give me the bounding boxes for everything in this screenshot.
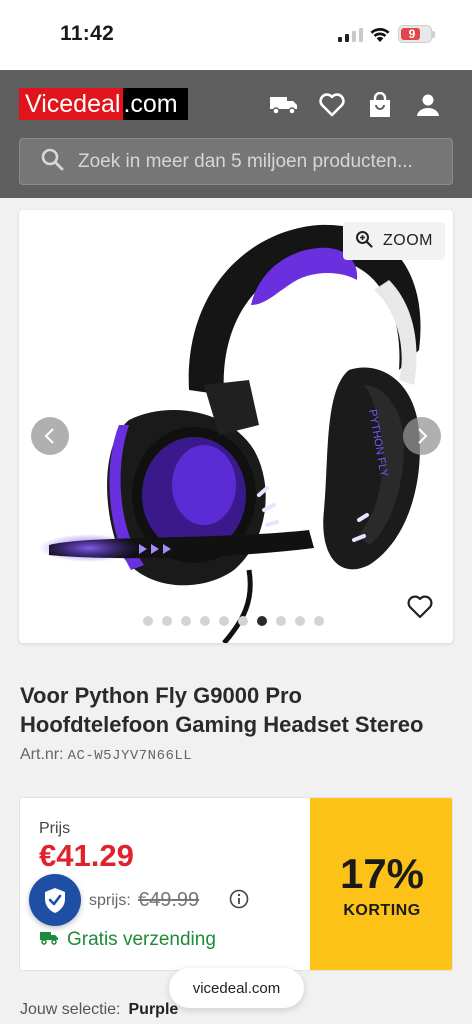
carousel-dot[interactable] xyxy=(219,616,229,626)
zoom-button[interactable]: ZOOM xyxy=(343,222,445,260)
carousel-indicators[interactable] xyxy=(143,616,324,626)
product-title: Voor Python Fly G9000 Pro Hoofdtelefoon … xyxy=(20,681,456,739)
clock: 11:42 xyxy=(60,22,115,45)
search-input[interactable]: Zoek in meer dan 5 miljoen producten... xyxy=(78,151,413,173)
carousel-dot[interactable] xyxy=(143,616,153,626)
logo-part-right: .com xyxy=(123,88,188,120)
user-account-icon[interactable] xyxy=(413,90,443,120)
previous-image-button[interactable] xyxy=(31,417,69,455)
search-bar[interactable]: Zoek in meer dan 5 miljoen producten... xyxy=(19,138,453,185)
delivery-truck-icon[interactable] xyxy=(269,90,299,120)
product-title-line-2: Hoofdtelefoon Gaming Headset Stereo xyxy=(20,712,424,737)
carousel-dot[interactable] xyxy=(162,616,172,626)
carousel-dot[interactable] xyxy=(276,616,286,626)
logo-part-left: Vicedeal xyxy=(19,88,124,120)
selection-value: Purple xyxy=(128,1001,179,1018)
discount-percentage: 17% xyxy=(339,850,425,897)
heart-outline-icon xyxy=(407,595,433,619)
old-price: €49.99 xyxy=(138,889,200,911)
carousel-dot[interactable] xyxy=(181,616,191,626)
shopping-bag-icon[interactable] xyxy=(365,90,395,120)
carousel-dot[interactable] xyxy=(295,616,305,626)
site-header: Vicedeal .com Zoek in meer dan 5 miljoen … xyxy=(0,70,472,198)
delivery-truck-icon xyxy=(39,929,59,951)
carousel-dot[interactable] xyxy=(314,616,324,626)
carousel-dot[interactable] xyxy=(200,616,210,626)
zoom-in-icon xyxy=(355,230,373,253)
wifi-icon xyxy=(369,25,391,48)
shield-check-icon xyxy=(45,888,65,913)
browser-url-bar[interactable]: vicedeal.com xyxy=(169,968,304,1008)
trust-shield-button[interactable] xyxy=(29,874,81,926)
site-logo[interactable]: Vicedeal .com xyxy=(19,88,188,120)
carousel-dot[interactable] xyxy=(257,616,267,626)
heart-icon[interactable] xyxy=(317,90,347,120)
advice-price-label: sprijs: xyxy=(89,892,131,909)
price-box: Prijs €41.29 sprijs: €49.99 Gratis verze… xyxy=(19,797,453,971)
next-image-button[interactable] xyxy=(403,417,441,455)
product-gallery[interactable]: PYTHON FLY ZOOM xyxy=(19,210,453,643)
free-shipping-label: Gratis verzending xyxy=(67,929,216,950)
product-title-line-1: Voor Python Fly G9000 Pro xyxy=(20,683,302,708)
chevron-right-icon xyxy=(418,428,428,444)
search-icon xyxy=(40,147,64,176)
carousel-dot[interactable] xyxy=(238,616,248,626)
add-to-wishlist-button[interactable] xyxy=(407,595,433,624)
article-number-label: Art.nr: xyxy=(20,746,64,763)
zoom-label: ZOOM xyxy=(383,232,433,249)
free-shipping: Gratis verzending xyxy=(39,929,216,951)
discount-badge: 17% KORTING xyxy=(310,798,452,970)
article-number-code: AC-W5JYV7N66LL xyxy=(67,748,193,764)
discount-label: KORTING xyxy=(343,902,421,919)
product-image[interactable]: PYTHON FLY xyxy=(19,210,453,643)
battery-icon: 9 xyxy=(398,25,435,43)
article-number: Art.nr: AC-W5JYV7N66LL xyxy=(20,746,192,764)
variant-selection: Jouw selectie: Purple xyxy=(20,1001,178,1019)
info-icon[interactable] xyxy=(229,889,249,914)
url-text: vicedeal.com xyxy=(192,979,281,997)
status-bar: 11:42 9 xyxy=(0,0,472,70)
selection-label: Jouw selectie: xyxy=(20,1001,121,1018)
signal-icon xyxy=(338,28,363,42)
price-label: Prijs xyxy=(39,820,71,837)
battery-level: 9 xyxy=(408,27,416,41)
chevron-left-icon xyxy=(44,428,54,444)
current-price: €41.29 xyxy=(39,838,134,873)
